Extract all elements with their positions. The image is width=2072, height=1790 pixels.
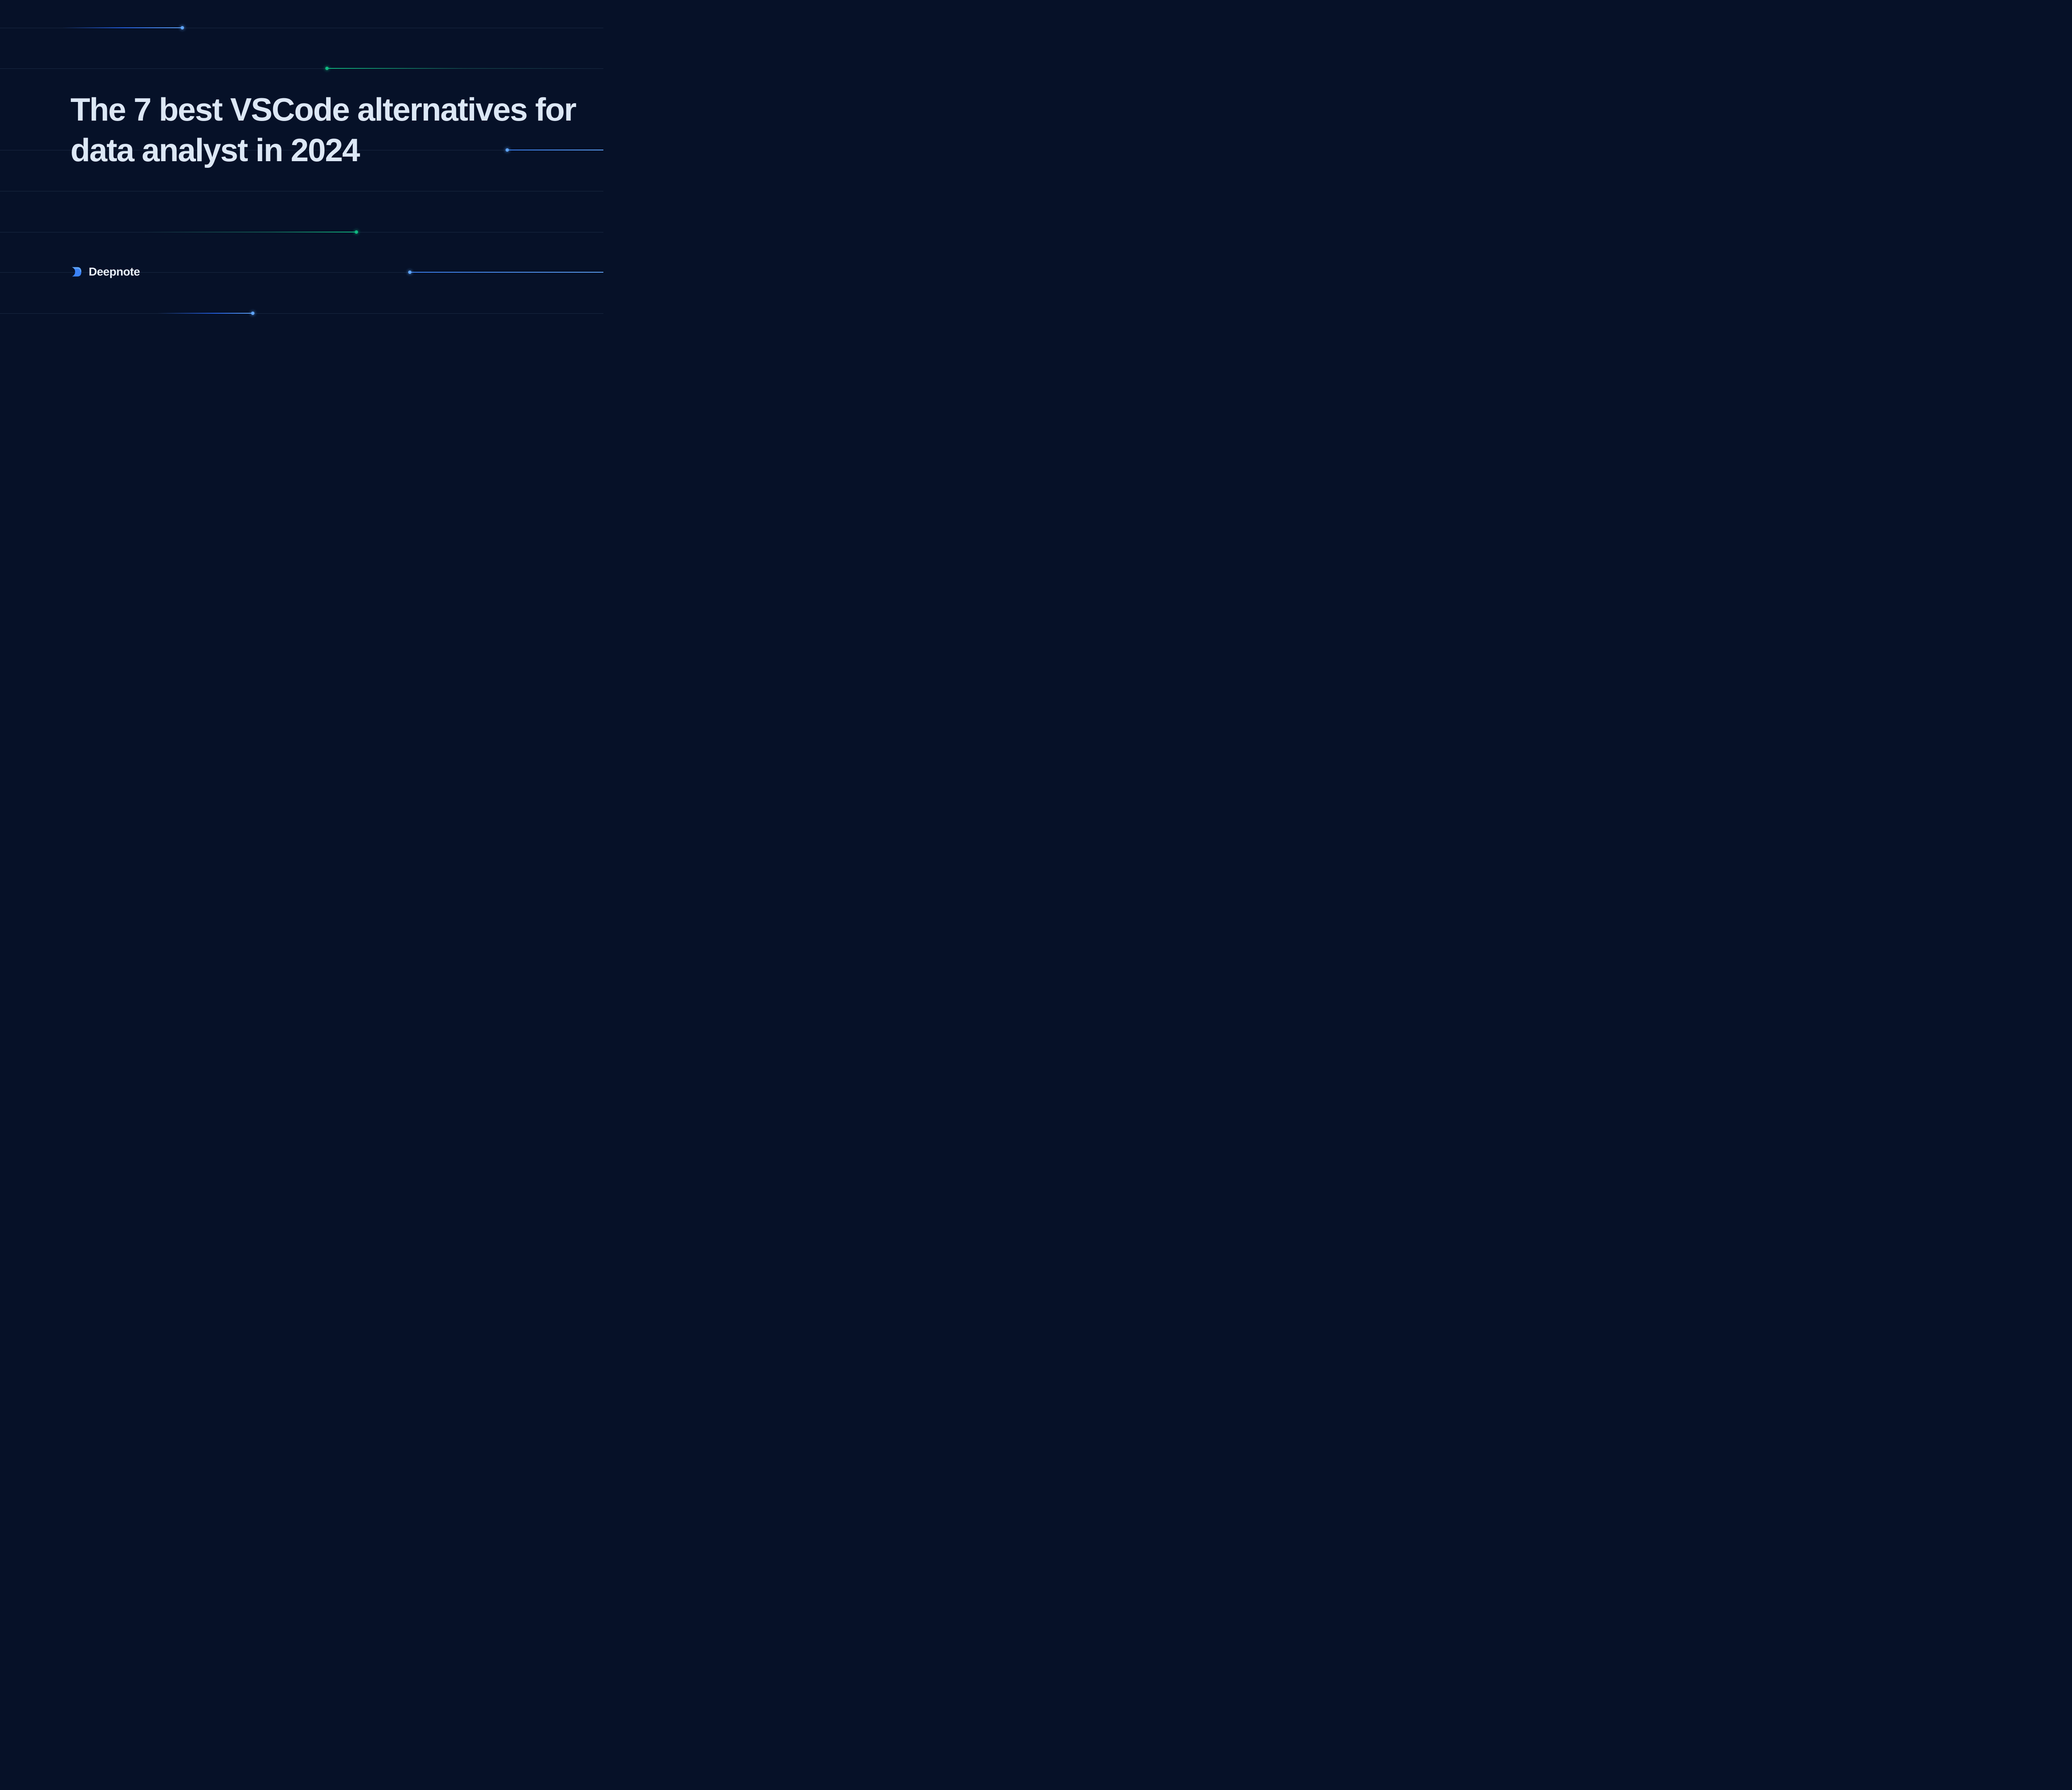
accent-dot-green <box>325 67 329 70</box>
accent-dot-green <box>355 230 358 234</box>
accent-dot-blue <box>181 26 184 29</box>
accent-line-blue <box>157 313 253 314</box>
accent-line-green <box>327 68 601 69</box>
deepnote-logo-icon <box>70 266 83 278</box>
brand-name: Deepnote <box>89 265 140 278</box>
brand-container: Deepnote <box>70 265 140 278</box>
accent-line-blue <box>410 272 603 273</box>
decorative-line <box>0 313 603 314</box>
accent-dot-blue <box>408 271 411 274</box>
page-title: The 7 best VSCode alternatives for data … <box>70 89 603 171</box>
accent-line-blue <box>62 27 182 28</box>
accent-dot-blue <box>251 312 254 315</box>
